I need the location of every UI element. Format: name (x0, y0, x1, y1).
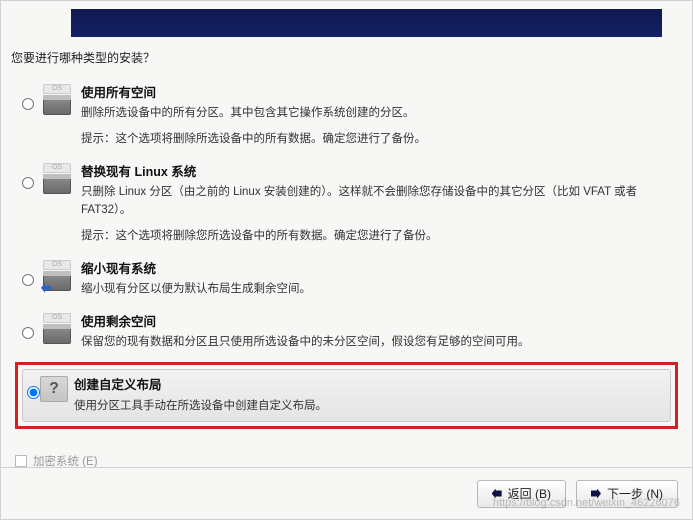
radio-use-all-space[interactable] (22, 98, 34, 110)
option-title: 缩小现有系统 (81, 260, 676, 279)
next-button[interactable]: 下一步 (N) (576, 480, 678, 508)
option-desc: 删除所选设备中的所有分区。其中包含其它操作系统创建的分区。 (81, 105, 676, 123)
option-tip: 提示：这个选项将删除您所选设备中的所有数据。确定您进行了备份。 (81, 228, 676, 246)
checkbox-icon[interactable] (15, 455, 27, 467)
header-banner (71, 9, 662, 37)
option-tip: 提示：这个选项将删除所选设备中的所有数据。确定您进行了备份。 (81, 131, 676, 149)
content-area: 您要进行哪种类型的安装？ OS 使用所有空间 删除所选设备中的所有分区。其中包含… (11, 49, 682, 459)
back-button[interactable]: 返回 (B) (477, 480, 566, 508)
option-desc: 缩小现有分区以便为默认布局生成剩余空间。 (81, 281, 676, 299)
option-free-space[interactable]: OS 使用剩余空间 保留您的现有数据和分区且只使用所选设备中的未分区空间，假设您… (11, 309, 682, 362)
dialog-window: 您要进行哪种类型的安装？ OS 使用所有空间 删除所选设备中的所有分区。其中包含… (0, 0, 693, 520)
next-button-label: 下一步 (N) (607, 485, 663, 502)
disk-icon (43, 95, 71, 115)
os-badge-icon: OS (43, 163, 71, 173)
option-icon: ? (40, 376, 68, 402)
os-badge-icon: OS (43, 260, 71, 270)
disk-icon (43, 324, 71, 344)
os-badge-icon: OS (43, 313, 71, 323)
disk-shrink-icon (43, 271, 71, 291)
option-desc: 保留您的现有数据和分区且只使用所选设备中的未分区空间，假设您有足够的空间可用。 (81, 334, 676, 352)
radio-shrink[interactable] (22, 274, 34, 286)
arrow-left-icon (492, 489, 502, 499)
option-custom-layout[interactable]: ? 创建自定义布局 使用分区工具手动在所选设备中创建自定义布局。 (22, 369, 671, 422)
option-desc: 使用分区工具手动在所选设备中创建自定义布局。 (74, 398, 666, 416)
option-custom-layout-highlight: ? 创建自定义布局 使用分区工具手动在所选设备中创建自定义布局。 (15, 362, 678, 429)
os-badge-icon: OS (43, 84, 71, 94)
option-icon: OS (39, 260, 75, 291)
arrow-right-icon (591, 489, 601, 499)
radio-replace-linux[interactable] (22, 177, 34, 189)
prompt-text: 您要进行哪种类型的安装？ (11, 49, 682, 66)
option-icon: OS (39, 313, 75, 344)
option-title: 创建自定义布局 (74, 376, 666, 395)
option-desc: 只删除 Linux 分区（由之前的 Linux 安装创建的）。这样就不会删除您存… (81, 184, 676, 220)
option-shrink[interactable]: OS 缩小现有系统 缩小现有分区以便为默认布局生成剩余空间。 (11, 256, 682, 309)
disk-icon (43, 174, 71, 194)
option-title: 使用剩余空间 (81, 313, 676, 332)
radio-free-space[interactable] (22, 327, 34, 339)
option-title: 替换现有 Linux 系统 (81, 163, 676, 182)
option-use-all-space[interactable]: OS 使用所有空间 删除所选设备中的所有分区。其中包含其它操作系统创建的分区。 … (11, 80, 682, 159)
radio-custom-layout[interactable] (27, 386, 40, 399)
option-replace-linux[interactable]: OS 替换现有 Linux 系统 只删除 Linux 分区（由之前的 Linux… (11, 159, 682, 256)
option-icon: OS (39, 84, 75, 115)
question-icon: ? (40, 376, 68, 402)
option-title: 使用所有空间 (81, 84, 676, 103)
footer-bar: 返回 (B) 下一步 (N) (1, 467, 692, 519)
option-icon: OS (39, 163, 75, 194)
back-button-label: 返回 (B) (508, 485, 551, 502)
